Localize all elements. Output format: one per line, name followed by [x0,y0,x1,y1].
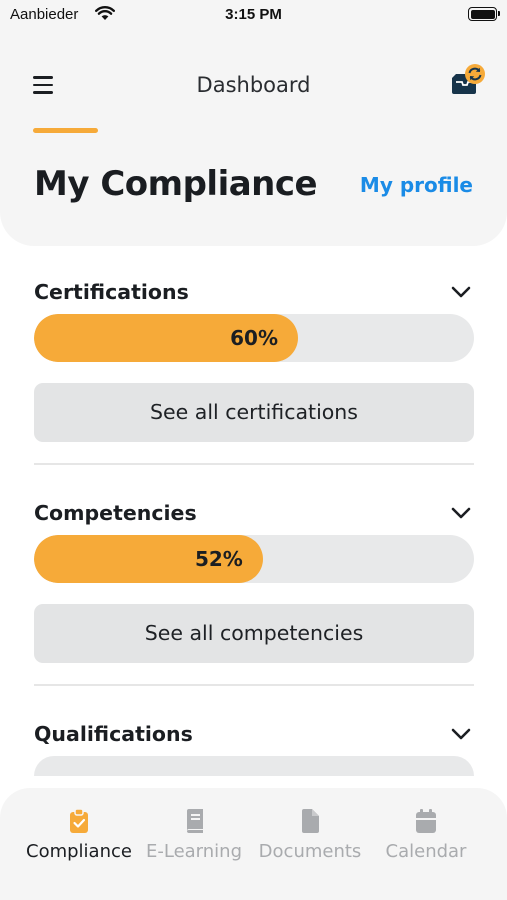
divider [34,463,474,465]
progress-bar [34,756,474,776]
chevron-down-icon[interactable] [450,726,472,742]
tab-label: Documents [258,841,362,862]
document-icon [302,809,319,833]
book-icon [187,809,203,833]
see-all-certifications-button[interactable]: See all certifications [34,383,474,442]
calendar-icon [416,809,436,833]
status-bar: Aanbieder 3:15 PM [0,0,507,30]
tab-label: E-Learning [145,841,242,862]
page-title: My Compliance [34,164,318,204]
tab-compliance[interactable]: Compliance [19,808,139,862]
divider [34,684,474,686]
progress-bar: 60% [34,314,474,362]
status-time: 3:15 PM [225,6,282,23]
tab-documents[interactable]: Documents [250,808,370,862]
section-title: Certifications [34,280,189,304]
tab-e-learning[interactable]: E-Learning [134,808,254,862]
clipboard-check-icon [70,808,88,833]
bottom-tab-bar: Compliance E-Learning Documents Calendar [0,788,507,900]
see-all-competencies-button[interactable]: See all competencies [34,604,474,663]
tab-calendar[interactable]: Calendar [366,808,486,862]
chevron-down-icon[interactable] [450,284,472,300]
progress-bar: 52% [34,535,474,583]
battery-icon [468,7,500,21]
active-tab-indicator [33,128,98,133]
page-header-title: Dashboard [196,73,311,97]
my-profile-link[interactable]: My profile [360,173,473,197]
progress-label: 60% [230,326,278,350]
tab-label: Compliance [26,841,132,862]
section-title: Qualifications [34,722,193,746]
sync-inbox-icon[interactable] [448,62,488,98]
header: Aanbieder 3:15 PM Dashboard My Complianc… [0,0,507,246]
chevron-down-icon[interactable] [450,505,472,521]
tab-label: Calendar [385,841,467,862]
progress-label: 52% [194,547,243,571]
section-title: Competencies [34,501,197,525]
